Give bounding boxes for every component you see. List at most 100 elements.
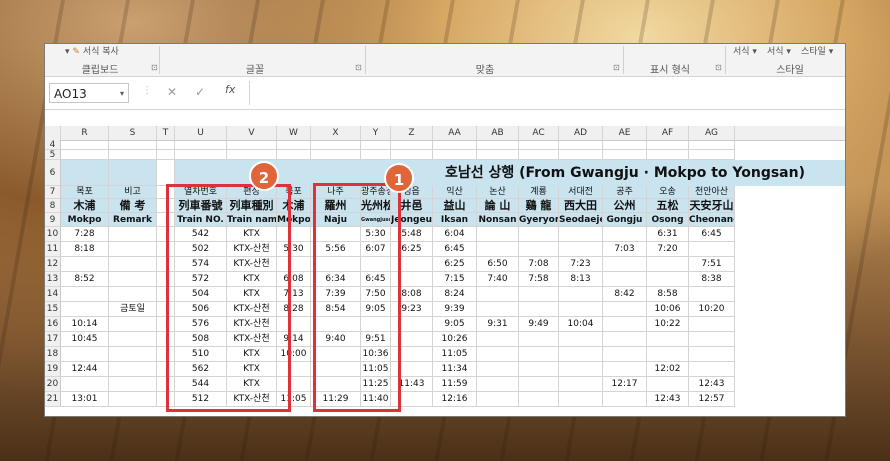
header-station-ko[interactable]: 오송 — [647, 186, 689, 199]
row-header-7[interactable]: 7 — [45, 186, 61, 199]
data-cell[interactable]: 12:57 — [689, 392, 735, 407]
header-station-hanja[interactable]: 天安牙山 — [689, 199, 735, 213]
data-cell[interactable]: 9:49 — [519, 317, 559, 332]
cell[interactable] — [477, 150, 519, 160]
data-cell[interactable] — [519, 347, 559, 362]
data-cell[interactable]: 9:31 — [477, 317, 519, 332]
data-cell[interactable] — [109, 332, 157, 347]
row-header-4[interactable]: 4 — [45, 140, 61, 150]
data-cell[interactable] — [477, 227, 519, 242]
data-cell[interactable]: 13:01 — [61, 392, 109, 407]
data-cell[interactable] — [689, 317, 735, 332]
header-station-hanja[interactable]: 西大田 — [559, 199, 603, 213]
cell[interactable] — [109, 160, 157, 186]
row-header-21[interactable]: 21 — [45, 392, 61, 407]
header-station-en[interactable]: Remark — [109, 213, 157, 227]
data-cell[interactable]: 6:45 — [689, 227, 735, 242]
data-cell[interactable] — [603, 362, 647, 377]
data-cell[interactable] — [477, 377, 519, 392]
formula-input[interactable] — [249, 81, 845, 105]
data-cell[interactable]: 8:42 — [603, 287, 647, 302]
data-cell[interactable]: 7:28 — [61, 227, 109, 242]
data-cell[interactable] — [603, 257, 647, 272]
data-cell[interactable] — [477, 332, 519, 347]
data-cell[interactable]: 8:58 — [647, 287, 689, 302]
cell[interactable] — [391, 150, 433, 160]
data-cell[interactable]: 10:26 — [433, 332, 477, 347]
cell[interactable] — [361, 140, 391, 150]
data-cell[interactable]: 10:20 — [689, 302, 735, 317]
cell[interactable] — [647, 140, 689, 150]
data-cell[interactable] — [109, 242, 157, 257]
data-cell[interactable] — [559, 287, 603, 302]
data-cell[interactable] — [109, 362, 157, 377]
header-station-hanja[interactable]: 五松 — [647, 199, 689, 213]
data-cell[interactable] — [477, 242, 519, 257]
data-cell[interactable]: 11:59 — [433, 377, 477, 392]
ribbon-item-format-painter[interactable]: ▾ ✎ 서식 복사 — [65, 44, 119, 57]
header-station-en[interactable]: Iksan — [433, 213, 477, 227]
cell[interactable] — [61, 160, 109, 186]
data-cell[interactable] — [519, 332, 559, 347]
dialog-launcher-icon[interactable]: ⊡ — [613, 63, 620, 72]
data-cell[interactable] — [109, 377, 157, 392]
cell[interactable] — [175, 150, 227, 160]
data-cell[interactable]: 7:51 — [689, 257, 735, 272]
data-cell[interactable] — [603, 272, 647, 287]
header-station-hanja[interactable]: 備 考 — [109, 199, 157, 213]
column-header-U[interactable]: U — [175, 126, 227, 140]
data-cell[interactable]: 12:43 — [689, 377, 735, 392]
header-station-ko[interactable]: 논산 — [477, 186, 519, 199]
column-header-AE[interactable]: AE — [603, 126, 647, 140]
data-cell[interactable] — [477, 287, 519, 302]
cell[interactable] — [109, 150, 157, 160]
cell[interactable] — [603, 150, 647, 160]
name-box[interactable]: AO13 ▾ — [49, 83, 129, 103]
data-cell[interactable]: 6:50 — [477, 257, 519, 272]
data-cell[interactable] — [689, 332, 735, 347]
data-cell[interactable]: 8:38 — [689, 272, 735, 287]
cell[interactable] — [227, 150, 277, 160]
data-cell[interactable] — [477, 347, 519, 362]
row-header-11[interactable]: 11 — [45, 242, 61, 257]
column-header-AA[interactable]: AA — [433, 126, 477, 140]
row-header-18[interactable]: 18 — [45, 347, 61, 362]
data-cell[interactable] — [603, 302, 647, 317]
cell[interactable] — [559, 140, 603, 150]
data-cell[interactable]: 6:04 — [433, 227, 477, 242]
data-cell[interactable] — [603, 392, 647, 407]
header-station-ko[interactable]: 천안아산 — [689, 186, 735, 199]
column-header-S[interactable]: S — [109, 126, 157, 140]
cell[interactable] — [157, 140, 175, 150]
data-cell[interactable] — [559, 347, 603, 362]
data-cell[interactable]: 10:04 — [559, 317, 603, 332]
data-cell[interactable] — [689, 287, 735, 302]
column-header-V[interactable]: V — [227, 126, 277, 140]
data-cell[interactable] — [477, 362, 519, 377]
data-cell[interactable] — [109, 287, 157, 302]
cell[interactable] — [519, 140, 559, 150]
enter-icon[interactable]: ✓ — [195, 85, 205, 99]
data-cell[interactable] — [109, 392, 157, 407]
data-cell[interactable]: 6:45 — [433, 242, 477, 257]
row-header-5[interactable]: 5 — [45, 150, 61, 160]
data-cell[interactable]: 11:34 — [433, 362, 477, 377]
data-cell[interactable] — [519, 362, 559, 377]
header-station-ko[interactable]: 공주 — [603, 186, 647, 199]
data-cell[interactable] — [519, 392, 559, 407]
header-station-en[interactable]: Cheonan-Asan — [689, 213, 735, 227]
data-cell[interactable]: 12:02 — [647, 362, 689, 377]
data-cell[interactable] — [689, 347, 735, 362]
data-cell[interactable] — [647, 332, 689, 347]
header-station-hanja[interactable]: 益山 — [433, 199, 477, 213]
data-cell[interactable] — [559, 332, 603, 347]
data-cell[interactable] — [647, 377, 689, 392]
data-cell[interactable]: 12:16 — [433, 392, 477, 407]
header-station-hanja[interactable]: 鷄 龍 — [519, 199, 559, 213]
data-cell[interactable] — [689, 242, 735, 257]
data-cell[interactable]: 8:13 — [559, 272, 603, 287]
header-station-ko[interactable]: 계룡 — [519, 186, 559, 199]
select-all-corner[interactable] — [45, 126, 61, 140]
data-cell[interactable] — [603, 347, 647, 362]
cell[interactable] — [559, 150, 603, 160]
